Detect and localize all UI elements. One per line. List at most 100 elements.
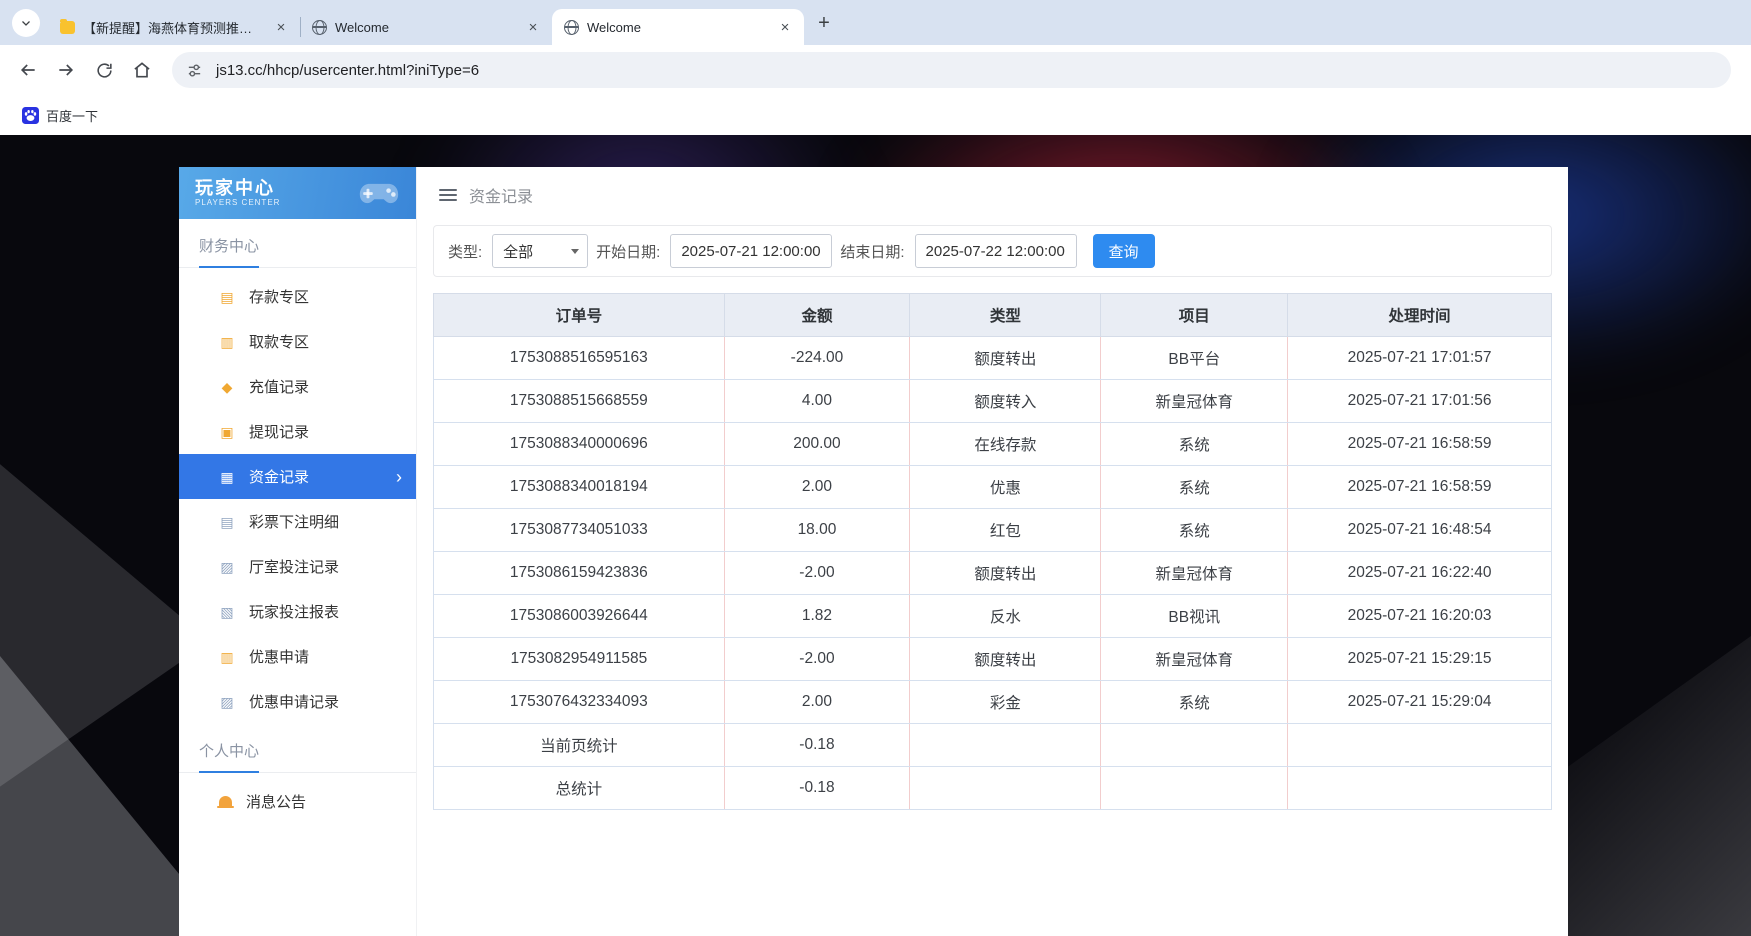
column-header: 类型 (910, 294, 1101, 337)
browser-tab[interactable]: Welcome× (300, 9, 552, 45)
type-select-value: 全部 (503, 241, 533, 262)
chevron-down-icon (20, 17, 32, 29)
table-row: 1753088516595163-224.00额度转出BB平台2025-07-2… (434, 337, 1552, 380)
back-arrow-icon (18, 60, 38, 80)
site-settings-icon[interactable] (180, 56, 208, 84)
url-text: js13.cc/hhcp/usercenter.html?iniType=6 (216, 62, 479, 79)
bell-icon (219, 796, 232, 807)
players-center-title: 玩家中心 (195, 179, 280, 199)
table-cell (910, 724, 1101, 767)
bookmarks-bar: 百度一下 (0, 95, 1751, 135)
table-row: 17530883400181942.00优惠系统2025-07-21 16:58… (434, 466, 1552, 509)
sidebar-item[interactable]: ▣提现记录 (179, 409, 416, 454)
sidebar-header: 玩家中心 PLAYERS CENTER (179, 167, 416, 219)
table-cell: 新皇冠体育 (1101, 380, 1288, 423)
reload-button[interactable] (86, 52, 122, 88)
table-cell: 4.00 (724, 380, 910, 423)
table-row: 175308773405103318.00红包系统2025-07-21 16:4… (434, 509, 1552, 552)
summary-row: 当前页统计-0.18 (434, 724, 1552, 767)
address-bar[interactable]: js13.cc/hhcp/usercenter.html?iniType=6 (172, 52, 1731, 88)
sidebar-item[interactable]: ◆充值记录 (179, 364, 416, 409)
sidebar-item[interactable]: ▤彩票下注明细 (179, 499, 416, 544)
table-cell: 1753086003926644 (434, 595, 725, 638)
caret-down-icon (571, 249, 579, 254)
browser-toolbar: js13.cc/hhcp/usercenter.html?iniType=6 (0, 45, 1751, 95)
sidebar-item[interactable]: ▨厅室投注记录 (179, 544, 416, 589)
table-cell: 当前页统计 (434, 724, 725, 767)
table-cell: 系统 (1101, 466, 1288, 509)
table-cell: 额度转出 (910, 638, 1101, 681)
filter-bar: 类型: 全部 开始日期: 结束日期: 查询 (433, 225, 1552, 277)
table-cell: 新皇冠体育 (1101, 552, 1288, 595)
hall-bet-records-icon: ▨ (219, 560, 235, 574)
browser-tab[interactable]: 【新提醒】海燕体育预测推荐区× (48, 9, 300, 45)
new-tab-button[interactable]: + (810, 9, 838, 37)
table-cell: -0.18 (724, 767, 910, 810)
table-cell: 1753087734051033 (434, 509, 725, 552)
back-button[interactable] (10, 52, 46, 88)
sidebar-item[interactable]: ▤存款专区 (179, 274, 416, 319)
sidebar-section-title: 个人中心 (179, 724, 416, 773)
table-cell: 2025-07-21 16:58:59 (1288, 466, 1552, 509)
funds-records-icon: ▦ (219, 470, 235, 484)
table-cell: 1753088515668559 (434, 380, 725, 423)
funds-records-table: 订单号金额类型项目处理时间1753088516595163-224.00额度转出… (433, 293, 1552, 810)
table-cell: 系统 (1101, 681, 1288, 724)
sidebar-item[interactable]: ▦资金记录› (179, 454, 416, 499)
table-cell: 在线存款 (910, 423, 1101, 466)
forward-button[interactable] (48, 52, 84, 88)
sidebar: 玩家中心 PLAYERS CENTER 财务中心▤存款专区▥取款专区◆充值记录▣… (179, 167, 417, 936)
sidebar-nav: 财务中心▤存款专区▥取款专区◆充值记录▣提现记录▦资金记录›▤彩票下注明细▨厅室… (179, 219, 416, 824)
home-button[interactable] (124, 52, 160, 88)
tab-close-icon[interactable]: × (776, 18, 794, 36)
browser-tab[interactable]: Welcome × (552, 9, 804, 45)
table-cell: -224.00 (724, 337, 910, 380)
sidebar-item[interactable]: ▥取款专区 (179, 319, 416, 364)
table-row: 17530764323340932.00彩金系统2025-07-21 15:29… (434, 681, 1552, 724)
sidebar-item[interactable]: ▨优惠申请记录 (179, 679, 416, 724)
table-cell: 2025-07-21 17:01:57 (1288, 337, 1552, 380)
tab-search-button[interactable] (12, 9, 40, 37)
table-cell: 2025-07-21 16:20:03 (1288, 595, 1552, 638)
type-select[interactable]: 全部 (492, 234, 588, 268)
table-cell (910, 767, 1101, 810)
table-cell: -2.00 (724, 552, 910, 595)
table-cell: 2.00 (724, 466, 910, 509)
table-row: 1753088340000696200.00在线存款系统2025-07-21 1… (434, 423, 1552, 466)
bookmark-label: 百度一下 (46, 106, 98, 125)
main-header: 资金记录 (417, 167, 1568, 223)
table-row: 1753082954911585-2.00额度转出新皇冠体育2025-07-21… (434, 638, 1552, 681)
menu-toggle-icon[interactable] (439, 189, 457, 201)
players-center-subtitle: PLAYERS CENTER (195, 198, 280, 207)
end-date-input[interactable] (915, 234, 1077, 268)
table-cell: 1753086159423836 (434, 552, 725, 595)
table-cell: 200.00 (724, 423, 910, 466)
globe-icon (564, 20, 579, 35)
table-cell: BB视讯 (1101, 595, 1288, 638)
table-cell: 额度转出 (910, 552, 1101, 595)
sidebar-item[interactable]: 消息公告 (179, 779, 416, 824)
tab-close-icon[interactable]: × (524, 18, 542, 36)
tab-close-icon[interactable]: × (272, 18, 290, 36)
bookmark-baidu[interactable]: 百度一下 (14, 102, 106, 129)
sidebar-item[interactable]: ▧玩家投注报表 (179, 589, 416, 634)
table-cell: 1753076432334093 (434, 681, 725, 724)
start-date-input[interactable] (670, 234, 832, 268)
query-button[interactable]: 查询 (1093, 234, 1155, 268)
table-cell (1288, 724, 1552, 767)
sidebar-item[interactable]: ▥优惠申请 (179, 634, 416, 679)
table-cell: 新皇冠体育 (1101, 638, 1288, 681)
recharge-records-icon: ◆ (219, 380, 235, 394)
tab-title: Welcome (587, 20, 768, 35)
table-cell: 系统 (1101, 509, 1288, 552)
table-cell: 1753082954911585 (434, 638, 725, 681)
table-cell: 彩金 (910, 681, 1101, 724)
sidebar-item-label: 取款专区 (249, 331, 309, 352)
table-cell: 2025-07-21 16:22:40 (1288, 552, 1552, 595)
folder-icon (60, 21, 75, 34)
home-icon (132, 60, 152, 80)
table-row: 1753086159423836-2.00额度转出新皇冠体育2025-07-21… (434, 552, 1552, 595)
table-cell: 额度转出 (910, 337, 1101, 380)
gamepad-icon (356, 180, 402, 207)
web-page: 玩家中心 PLAYERS CENTER 财务中心▤存款专区▥取款专区◆充值记录▣… (0, 135, 1751, 936)
